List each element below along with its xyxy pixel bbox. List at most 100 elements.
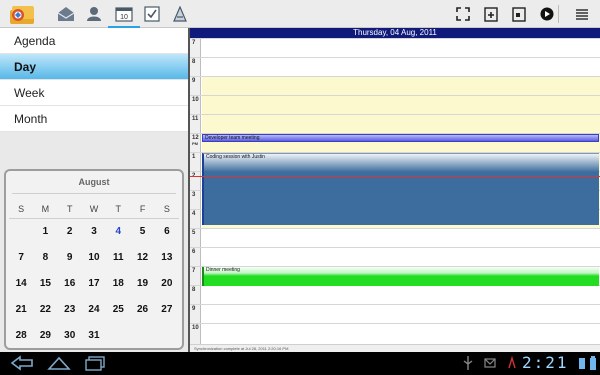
- hour-cell[interactable]: [202, 324, 600, 342]
- view-agenda[interactable]: Agenda: [0, 28, 188, 54]
- calendar-day[interactable]: 18: [106, 275, 130, 301]
- view-day[interactable]: Day: [0, 54, 188, 80]
- calendar-day[interactable]: 3: [82, 223, 106, 249]
- sync-status: Synchronization complete at Jul 28, 2011…: [190, 344, 600, 352]
- go-to-date-icon[interactable]: [507, 4, 531, 24]
- calendar-day[interactable]: 25: [106, 301, 130, 327]
- calendar-day[interactable]: 26: [130, 301, 154, 327]
- weekday-label: F: [139, 204, 146, 214]
- hour-number: 3: [192, 192, 196, 198]
- calendar-icon[interactable]: 10: [108, 4, 140, 28]
- hour-number: 6: [192, 249, 196, 255]
- svg-text:10: 10: [120, 14, 128, 21]
- hour-cell[interactable]: [202, 229, 600, 247]
- hour-number: 11: [192, 116, 199, 122]
- hour-grid[interactable]: 789101112PM12345678910Developer team mee…: [190, 38, 600, 344]
- weekday-label: T: [115, 204, 122, 214]
- hour-cell[interactable]: [202, 248, 600, 266]
- calendar-day[interactable]: 7: [9, 249, 33, 275]
- calendar-day[interactable]: 22: [33, 301, 57, 327]
- calendar-day[interactable]: 5: [130, 223, 154, 249]
- usb-icon: [462, 355, 474, 371]
- hour-label: 6: [192, 249, 195, 255]
- hour-number: 10: [192, 97, 199, 103]
- recent-apps-icon[interactable]: [84, 355, 106, 371]
- day-title[interactable]: Thursday, 04 Aug, 2011: [190, 28, 600, 38]
- calendar-day[interactable]: 21: [9, 301, 33, 327]
- calendar-event[interactable]: Developer team meeting: [202, 134, 599, 142]
- play-icon[interactable]: [535, 4, 559, 24]
- clock[interactable]: 2:21: [522, 353, 569, 372]
- hour-number: 5: [192, 230, 196, 236]
- inbox-icon[interactable]: [54, 4, 78, 24]
- calendar-day[interactable]: 29: [33, 327, 57, 353]
- event-title: Coding session with Justin: [206, 154, 265, 160]
- app-logo[interactable]: [8, 3, 42, 25]
- hour-cell[interactable]: [202, 115, 600, 133]
- mail-notification-icon[interactable]: [484, 355, 496, 371]
- menu-icon[interactable]: [570, 4, 594, 24]
- calendar-day[interactable]: 15: [33, 275, 57, 301]
- hour-label: 5: [192, 230, 195, 236]
- calendar-event[interactable]: Dinner meeting: [202, 267, 599, 286]
- calendar-day[interactable]: 9: [58, 249, 82, 275]
- hour-slot[interactable]: 8: [190, 57, 600, 76]
- hour-slot[interactable]: 9: [190, 76, 600, 95]
- notes-icon[interactable]: [168, 4, 192, 24]
- calendar-day[interactable]: 24: [82, 301, 106, 327]
- hour-slot[interactable]: 9: [190, 304, 600, 323]
- calendar-day[interactable]: 28: [9, 327, 33, 353]
- hour-label: 11: [192, 116, 198, 122]
- hour-label: 9: [192, 306, 195, 312]
- hour-cell[interactable]: [202, 96, 600, 114]
- calendar-day[interactable]: 23: [58, 301, 82, 327]
- calendar-day[interactable]: 19: [130, 275, 154, 301]
- calendar-day[interactable]: 30: [58, 327, 82, 353]
- hour-number: 9: [192, 78, 196, 84]
- weekday-label: M: [41, 204, 50, 214]
- hour-label: 7: [192, 40, 195, 46]
- view-week[interactable]: Week: [0, 80, 188, 106]
- hour-cell[interactable]: [202, 39, 600, 57]
- calendar-day[interactable]: 11: [106, 249, 130, 275]
- wifi-icon: [578, 355, 586, 371]
- hour-slot[interactable]: 10: [190, 95, 600, 114]
- back-icon[interactable]: [10, 355, 36, 371]
- battery-icon: [589, 355, 597, 371]
- hour-slot[interactable]: 8: [190, 285, 600, 304]
- hour-cell[interactable]: [202, 305, 600, 323]
- calendar-day[interactable]: 16: [58, 275, 82, 301]
- calendar-day[interactable]: 27: [155, 301, 179, 327]
- hour-cell[interactable]: [202, 286, 600, 304]
- fullscreen-icon[interactable]: [451, 4, 475, 24]
- hour-slot[interactable]: 11: [190, 114, 600, 133]
- home-icon[interactable]: [46, 355, 72, 371]
- calendar-day[interactable]: 8: [33, 249, 57, 275]
- calendar-day[interactable]: 10: [82, 249, 106, 275]
- calendar-day[interactable]: 31: [82, 327, 106, 353]
- calendar-day[interactable]: 17: [82, 275, 106, 301]
- new-event-icon[interactable]: [479, 4, 503, 24]
- view-month[interactable]: Month: [0, 106, 188, 132]
- calendar-day[interactable]: 14: [9, 275, 33, 301]
- hour-cell[interactable]: [202, 58, 600, 76]
- calendar-day[interactable]: 1: [33, 223, 57, 249]
- calendar-day[interactable]: 4: [106, 223, 130, 249]
- hour-slot[interactable]: 6: [190, 247, 600, 266]
- empty-day: [9, 223, 33, 249]
- hour-cell[interactable]: [202, 77, 600, 95]
- calendar-day[interactable]: 6: [155, 223, 179, 249]
- tasks-icon[interactable]: [140, 4, 164, 24]
- calendar-day[interactable]: 2: [58, 223, 82, 249]
- empty-day: [106, 327, 130, 353]
- contacts-icon[interactable]: [82, 4, 106, 24]
- calendar-event[interactable]: Coding session with Justin: [202, 153, 599, 225]
- toolbar: 10: [0, 0, 600, 28]
- calendar-notification-icon[interactable]: [506, 355, 518, 371]
- hour-slot[interactable]: 5: [190, 228, 600, 247]
- calendar-day[interactable]: 12: [130, 249, 154, 275]
- calendar-day[interactable]: 13: [155, 249, 179, 275]
- hour-slot[interactable]: 10: [190, 323, 600, 342]
- hour-slot[interactable]: 7: [190, 38, 600, 57]
- calendar-day[interactable]: 20: [155, 275, 179, 301]
